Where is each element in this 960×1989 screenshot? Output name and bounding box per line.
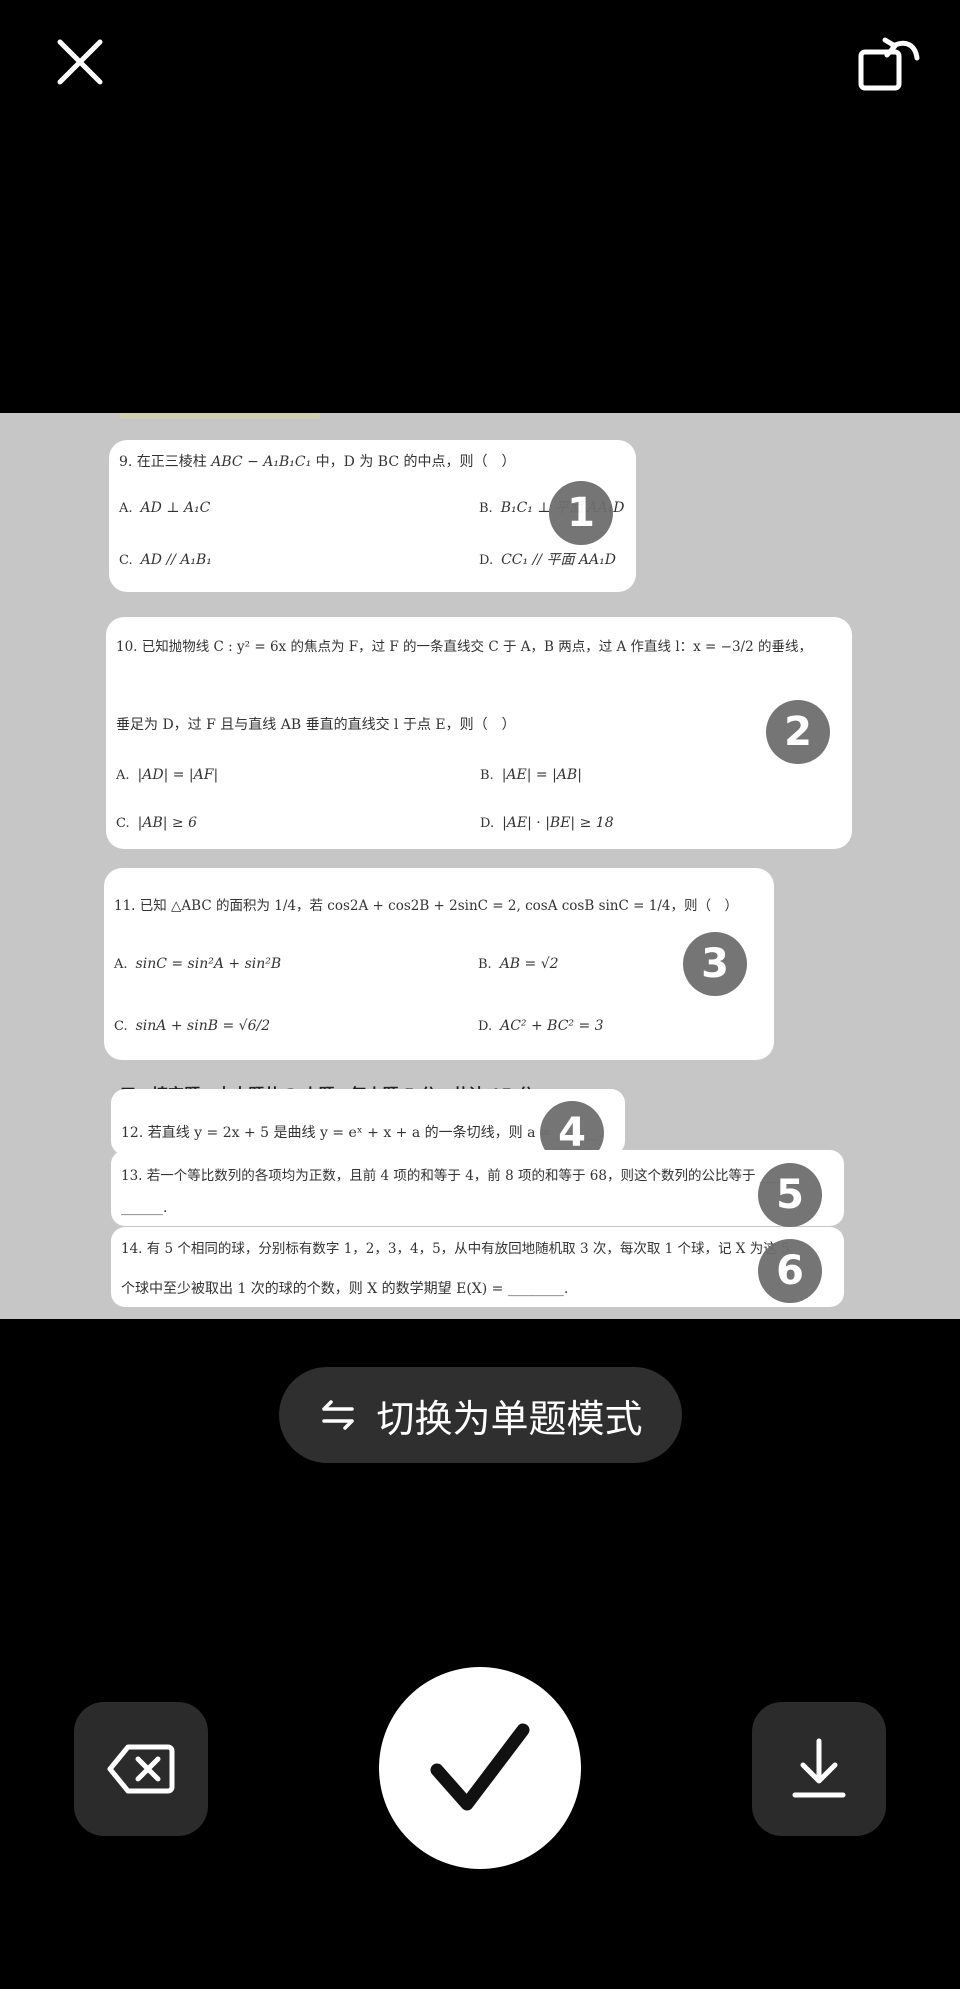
question-card-11[interactable]: 11. 已知 △ABC 的面积为 1/4，若 cos2A + cos2B + 2… <box>104 868 774 1060</box>
rotate-button[interactable] <box>855 26 925 96</box>
q14-stem-line1: 14. 有 5 个相同的球，分别标有数字 1，2，3，4，5，从中有放回地随机取… <box>121 1241 790 1257</box>
question-badge-3[interactable]: 3 <box>683 932 747 996</box>
q11-stem: 11. 已知 △ABC 的面积为 1/4，若 cos2A + cos2B + 2… <box>114 898 738 914</box>
question-card-10[interactable]: 10. 已知抛物线 C : y² = 6x 的焦点为 F，过 F 的一条直线交 … <box>106 617 852 849</box>
delete-button[interactable] <box>74 1702 208 1836</box>
q10-option-d[interactable]: D. |AE| · |BE| ≥ 18 <box>480 815 614 832</box>
q9-stem: 9. 在正三棱柱 ABC − A₁B₁C₁ 中，D 为 BC 的中点，则（ ） <box>119 454 516 470</box>
question-badge-2[interactable]: 2 <box>766 700 830 764</box>
photo-edge <box>120 413 320 419</box>
download-button[interactable] <box>752 1702 886 1836</box>
q11-option-b[interactable]: B. AB = √2 <box>478 956 559 973</box>
question-badge-6[interactable]: 6 <box>758 1239 822 1303</box>
backspace-icon <box>107 1744 175 1794</box>
rotate-icon <box>858 37 920 91</box>
q14-stem-line2: 个球中至少被取出 1 次的球的个数，则 X 的数学期望 E(X) = _____… <box>121 1281 569 1297</box>
swap-arrows-icon <box>322 1400 355 1430</box>
q10-option-c[interactable]: C. |AB| ≥ 6 <box>116 815 197 832</box>
download-icon <box>792 1738 846 1798</box>
checkmark-icon <box>430 1723 530 1811</box>
scanned-photo: 9. 在正三棱柱 ABC − A₁B₁C₁ 中，D 为 BC 的中点，则（ ） … <box>0 413 960 1319</box>
question-card-14[interactable]: 14. 有 5 个相同的球，分别标有数字 1，2，3，4，5，从中有放回地随机取… <box>111 1227 844 1307</box>
close-button[interactable] <box>50 32 110 92</box>
q10-option-b[interactable]: B. |AE| = |AB| <box>480 767 582 784</box>
q9-option-a[interactable]: A. AD ⊥ A₁C <box>119 500 210 517</box>
q10-stem-line1: 10. 已知抛物线 C : y² = 6x 的焦点为 F，过 F 的一条直线交 … <box>116 639 812 655</box>
question-badge-5[interactable]: 5 <box>758 1163 822 1227</box>
switch-single-question-mode-button[interactable]: 切换为单题模式 <box>279 1367 682 1463</box>
q13-stem-line1: 13. 若一个等比数列的各项均为正数，且前 4 项的和等于 4，前 8 项的和等… <box>121 1168 787 1184</box>
q12-stem: 12. 若直线 y = 2x + 5 是曲线 y = eˣ + x + a 的一… <box>121 1125 603 1141</box>
confirm-button[interactable] <box>379 1667 581 1869</box>
mode-toggle-label: 切换为单题模式 <box>376 1396 643 1441</box>
question-badge-1[interactable]: 1 <box>549 481 613 545</box>
q13-stem-line2: ______. <box>121 1200 168 1216</box>
q9-option-c[interactable]: C. AD // A₁B₁ <box>119 552 212 569</box>
q10-stem-line2: 垂足为 D，过 F 且与直线 AB 垂直的直线交 l 于点 E，则（ ） <box>116 717 516 733</box>
q11-option-d[interactable]: D. AC² + BC² = 3 <box>478 1018 604 1035</box>
q11-option-c[interactable]: C. sinA + sinB = √6/2 <box>114 1018 270 1035</box>
q11-option-a[interactable]: A. sinC = sin²A + sin²B <box>114 956 281 973</box>
q10-option-a[interactable]: A. |AD| = |AF| <box>116 767 218 784</box>
close-icon <box>57 39 103 85</box>
question-card-13[interactable]: 13. 若一个等比数列的各项均为正数，且前 4 项的和等于 4，前 8 项的和等… <box>111 1150 844 1226</box>
q9-option-d[interactable]: D. CC₁ // 平面 AA₁D <box>479 552 616 569</box>
